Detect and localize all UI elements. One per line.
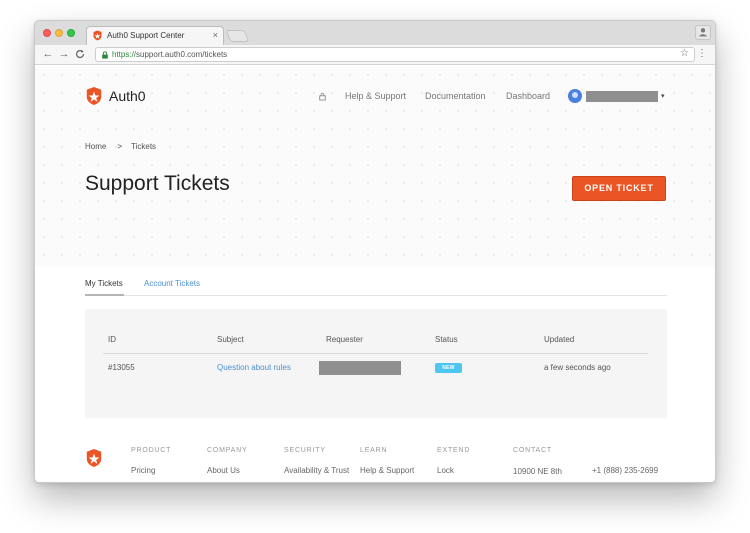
breadcrumb-current: Tickets: [131, 142, 157, 151]
requester-redacted: [319, 361, 401, 375]
address-bar[interactable]: https://support.auth0.com/tickets ☆: [95, 47, 695, 62]
table-divider: [103, 353, 648, 354]
tab-title: Auth0 Support Center: [107, 31, 185, 40]
nav-dashboard[interactable]: Dashboard: [506, 91, 550, 101]
page-content: Auth0 Help & Support Documentation Dashb…: [35, 66, 715, 482]
footer-heading-security: SECURITY: [284, 447, 326, 454]
browser-window: Auth0 Support Center × ← → https://suppo…: [34, 20, 716, 483]
maximize-window-button[interactable]: [67, 29, 75, 37]
column-header-id[interactable]: ID: [108, 335, 116, 344]
footer-link-availability-trust[interactable]: Availability & Trust: [284, 466, 349, 475]
footer-link-about-us[interactable]: About Us: [207, 466, 240, 475]
status-badge: NEW: [435, 363, 462, 373]
footer-phone[interactable]: +1 (888) 235-2699: [592, 466, 658, 475]
breadcrumb: Home > Tickets: [85, 142, 156, 151]
ticket-tabs: My Tickets Account Tickets: [85, 279, 667, 296]
tab-close-icon[interactable]: ×: [213, 30, 218, 40]
user-lock-icon[interactable]: [319, 92, 326, 101]
url-text: https://support.auth0.com/tickets: [112, 50, 227, 59]
footer-heading-extend: EXTEND: [437, 447, 471, 454]
footer-heading-contact: CONTACT: [513, 447, 552, 454]
browser-menu-icon[interactable]: ⋮: [697, 47, 707, 61]
avatar[interactable]: [568, 89, 582, 103]
tickets-table: ID Subject Requester Status Updated #130…: [85, 309, 667, 418]
tab-strip: Auth0 Support Center ×: [35, 21, 715, 45]
footer-link-lock[interactable]: Lock: [437, 466, 454, 475]
ticket-updated: a few seconds ago: [544, 363, 611, 372]
bookmark-star-icon[interactable]: ☆: [680, 48, 689, 59]
url-path: support.auth0.com/tickets: [136, 50, 228, 59]
footer-heading-product: PRODUCT: [131, 447, 172, 454]
nav-documentation[interactable]: Documentation: [425, 91, 486, 101]
lock-icon: [102, 51, 108, 59]
auth0-logo[interactable]: Auth0: [85, 86, 146, 106]
person-icon: [698, 28, 708, 37]
profile-button[interactable]: [695, 25, 711, 40]
page-title: Support Tickets: [85, 172, 230, 195]
chevron-right-icon: >: [117, 142, 123, 151]
column-header-requester[interactable]: Requester: [326, 335, 363, 344]
footer-heading-company: COMPANY: [207, 447, 248, 454]
minimize-window-button[interactable]: [55, 29, 63, 37]
footer-address: 10900 NE 8th: [513, 467, 562, 476]
open-ticket-button[interactable]: OPEN TICKET: [572, 176, 666, 201]
reload-icon: [76, 49, 85, 59]
new-tab-button[interactable]: [225, 30, 250, 42]
browser-toolbar: ← → https://support.auth0.com/tickets ☆ …: [35, 45, 715, 65]
auth0-shield-icon: [86, 87, 102, 105]
browser-tab[interactable]: Auth0 Support Center ×: [86, 26, 224, 45]
nav-help-support[interactable]: Help & Support: [345, 91, 406, 101]
tab-account-tickets[interactable]: Account Tickets: [144, 279, 200, 296]
ticket-subject-link[interactable]: Question about rules: [217, 363, 291, 372]
footer-auth0-shield-icon[interactable]: [85, 448, 103, 468]
back-button[interactable]: ←: [41, 47, 55, 61]
user-name-redacted[interactable]: [586, 91, 658, 102]
logo-text: Auth0: [109, 88, 146, 104]
breadcrumb-home[interactable]: Home: [85, 142, 106, 151]
chevron-down-icon[interactable]: ▾: [661, 92, 665, 100]
auth0-favicon-icon: [93, 30, 102, 41]
url-scheme: https://: [112, 50, 137, 59]
column-header-status[interactable]: Status: [435, 335, 458, 344]
column-header-subject[interactable]: Subject: [217, 335, 244, 344]
tab-my-tickets[interactable]: My Tickets: [85, 279, 124, 296]
footer-heading-learn: LEARN: [360, 447, 388, 454]
footer-link-pricing[interactable]: Pricing: [131, 466, 155, 475]
close-window-button[interactable]: [43, 29, 51, 37]
column-header-updated[interactable]: Updated: [544, 335, 574, 344]
forward-button[interactable]: →: [57, 47, 71, 61]
reload-button[interactable]: [73, 47, 87, 61]
footer-link-help-support[interactable]: Help & Support: [360, 466, 414, 475]
ticket-id: #13055: [108, 363, 135, 372]
